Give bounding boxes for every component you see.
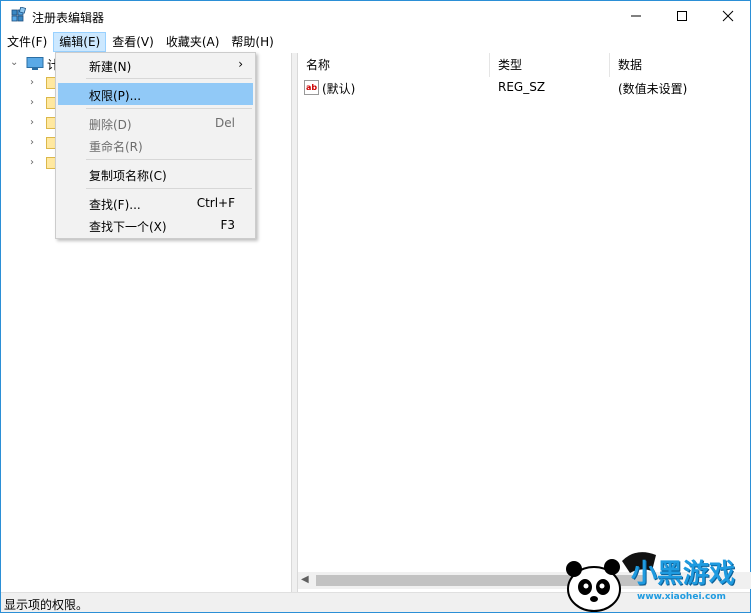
menu-item-copy-key-name-label: 复制项名称(C) (89, 169, 167, 183)
menu-edit[interactable]: 编辑(E) (53, 31, 107, 52)
menu-help[interactable]: 帮助(H) (225, 32, 279, 52)
close-button[interactable] (705, 1, 751, 31)
minimize-button[interactable] (613, 1, 659, 31)
chevron-right-icon[interactable]: › (30, 157, 34, 168)
menu-item-delete[interactable]: 删除(D) Del (58, 112, 253, 134)
menu-item-rename[interactable]: 重命名(R) (58, 134, 253, 156)
chevron-right-icon: › (238, 57, 243, 71)
status-text: 显示项的权限。 (4, 598, 89, 612)
chevron-right-icon[interactable]: › (30, 137, 34, 148)
string-value-icon: ab (304, 80, 319, 95)
registry-editor-app-icon (11, 7, 27, 22)
column-header-data[interactable]: 数据 (610, 53, 748, 77)
menu-bar: 文件(F) 编辑(E) 查看(V) 收藏夹(A) 帮助(H) (1, 31, 750, 52)
menu-item-delete-shortcut: Del (215, 116, 235, 130)
window-title: 注册表编辑器 (32, 11, 105, 25)
menu-item-permissions[interactable]: 权限(P)... (58, 83, 253, 105)
menu-separator (86, 188, 252, 189)
maximize-icon (677, 11, 687, 21)
menu-item-find-shortcut: Ctrl+F (196, 196, 235, 210)
watermark-brand: 小黑游戏 (631, 559, 736, 589)
menu-separator (86, 159, 252, 160)
menu-item-rename-label: 重命名(R) (89, 140, 143, 154)
chevron-right-icon[interactable]: › (30, 77, 34, 88)
menu-separator (86, 108, 252, 109)
column-header-type[interactable]: 类型 (490, 53, 610, 77)
close-icon (722, 10, 734, 22)
menu-favorites[interactable]: 收藏夹(A) (160, 32, 226, 52)
menu-file[interactable]: 文件(F) (1, 32, 53, 52)
title-bar: 注册表编辑器 (1, 1, 750, 31)
registry-editor-window: 注册表编辑器 文件(F) 编辑(E) 查看(V) 收藏夹(A) 帮助(H) ⌄ … (0, 0, 751, 613)
values-list-pane[interactable]: 名称 类型 数据 ab (默认) REG_SZ (数值未设置) ◀ (297, 53, 751, 592)
value-name: (默认) (322, 82, 356, 96)
menu-item-find-next-shortcut: F3 (220, 218, 235, 232)
computer-icon (26, 57, 44, 70)
edit-menu-dropdown: 新建(N) › 权限(P)... 删除(D) Del 重命名(R) 复制项名称(… (55, 52, 256, 239)
menu-item-new-label: 新建(N) (89, 60, 132, 74)
menu-item-copy-key-name[interactable]: 复制项名称(C) (58, 163, 253, 185)
watermark-url: www.xiaohei.com (637, 592, 726, 602)
chevron-down-icon[interactable]: ⌄ (10, 57, 18, 68)
column-header-name[interactable]: 名称 (298, 53, 490, 77)
menu-item-find-next[interactable]: 查找下一个(X) F3 (58, 214, 253, 236)
chevron-right-icon[interactable]: › (30, 97, 34, 108)
menu-item-delete-label: 删除(D) (89, 118, 132, 132)
list-item[interactable]: ab (默认) REG_SZ (数值未设置) (298, 78, 748, 98)
scroll-left-icon[interactable]: ◀ (301, 574, 309, 585)
menu-view[interactable]: 查看(V) (106, 32, 160, 52)
menu-separator (86, 78, 252, 79)
menu-item-find-next-label: 查找下一个(X) (89, 220, 167, 234)
menu-item-find-label: 查找(F)... (89, 198, 141, 212)
maximize-button[interactable] (659, 1, 705, 31)
menu-item-find[interactable]: 查找(F)... Ctrl+F (58, 192, 253, 214)
minimize-icon (631, 15, 641, 17)
menu-item-permissions-label: 权限(P)... (89, 89, 142, 103)
value-type: REG_SZ (498, 80, 546, 94)
chevron-right-icon[interactable]: › (30, 117, 34, 128)
menu-item-new[interactable]: 新建(N) › (58, 54, 253, 76)
value-data: (数值未设置) (618, 82, 688, 96)
